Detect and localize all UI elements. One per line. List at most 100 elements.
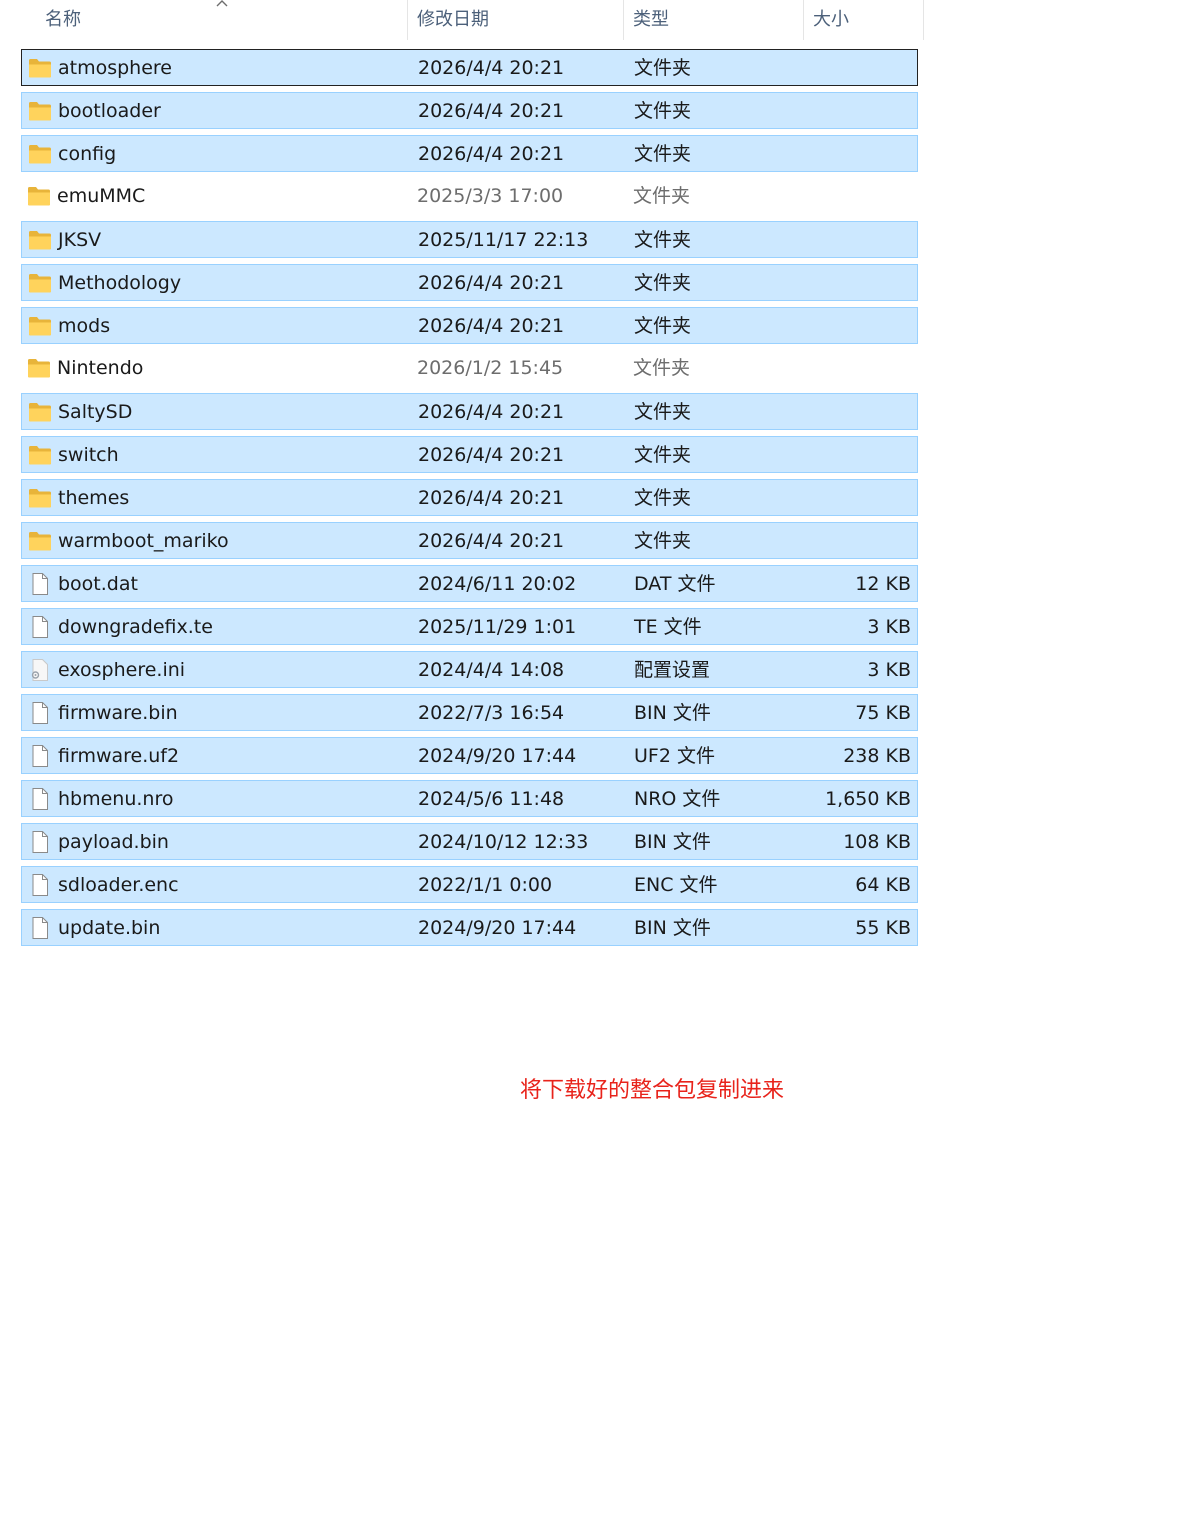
file-date: 2024/9/20 17:44 — [418, 917, 577, 939]
file-icon — [28, 573, 52, 595]
column-divider[interactable] — [803, 0, 804, 40]
column-header-type[interactable]: 类型 — [633, 0, 669, 40]
file-row[interactable]: warmboot_mariko 2026/4/4 20:21 文件夹 — [21, 522, 918, 559]
file-size: 108 KB — [843, 831, 911, 853]
file-size: 75 KB — [855, 702, 911, 724]
file-icon — [28, 917, 52, 939]
file-size: 3 KB — [867, 659, 911, 681]
file-row[interactable]: JKSV 2025/11/17 22:13 文件夹 — [21, 221, 918, 258]
column-header-date[interactable]: 修改日期 — [417, 0, 489, 40]
column-divider[interactable] — [407, 0, 408, 40]
file-row[interactable]: config 2026/4/4 20:21 文件夹 — [21, 135, 918, 172]
file-type: 文件夹 — [634, 401, 692, 423]
folder-icon — [28, 272, 52, 294]
file-type: ENC 文件 — [634, 874, 718, 896]
file-date: 2026/4/4 20:21 — [418, 143, 565, 165]
folder-icon — [28, 143, 52, 165]
file-row[interactable]: switch 2026/4/4 20:21 文件夹 — [21, 436, 918, 473]
file-name: Methodology — [58, 272, 182, 294]
file-name: hbmenu.nro — [58, 788, 174, 810]
column-divider[interactable] — [923, 0, 924, 40]
file-date: 2024/4/4 14:08 — [418, 659, 565, 681]
file-date: 2022/7/3 16:54 — [418, 702, 565, 724]
file-size: 1,650 KB — [825, 788, 911, 810]
file-name: switch — [58, 444, 119, 466]
file-row[interactable]: firmware.bin 2022/7/3 16:54 BIN 文件 75 KB — [21, 694, 918, 731]
file-name: atmosphere — [58, 57, 172, 79]
file-name: downgradefix.te — [58, 616, 213, 638]
file-type: 文件夹 — [634, 143, 692, 165]
file-name: sdloader.enc — [58, 874, 179, 896]
file-date: 2022/1/1 0:00 — [418, 874, 553, 896]
file-name: update.bin — [58, 917, 161, 939]
file-row[interactable]: themes 2026/4/4 20:21 文件夹 — [21, 479, 918, 516]
folder-icon — [27, 357, 51, 379]
file-size: 12 KB — [855, 573, 911, 595]
file-name: emuMMC — [57, 185, 146, 207]
column-header-name[interactable]: 名称 — [45, 0, 81, 40]
file-date: 2026/1/2 15:45 — [417, 357, 564, 379]
column-header-size[interactable]: 大小 — [813, 0, 849, 40]
file-row[interactable]: SaltySD 2026/4/4 20:21 文件夹 — [21, 393, 918, 430]
file-row[interactable]: hbmenu.nro 2024/5/6 11:48 NRO 文件 1,650 K… — [21, 780, 918, 817]
folder-icon — [28, 315, 52, 337]
file-date: 2024/10/12 12:33 — [418, 831, 589, 853]
file-date: 2026/4/4 20:21 — [418, 272, 565, 294]
file-row[interactable]: boot.dat 2024/6/11 20:02 DAT 文件 12 KB — [21, 565, 918, 602]
file-type: BIN 文件 — [634, 917, 711, 939]
file-name: mods — [58, 315, 111, 337]
file-type: TE 文件 — [634, 616, 702, 638]
file-row[interactable]: Nintendo 2026/1/2 15:45 文件夹 — [21, 350, 918, 387]
file-row[interactable]: exosphere.ini 2024/4/4 14:08 配置设置 3 KB — [21, 651, 918, 688]
file-type: NRO 文件 — [634, 788, 721, 810]
folder-icon — [28, 100, 52, 122]
folder-icon — [28, 530, 52, 552]
file-icon — [28, 874, 52, 896]
file-name: exosphere.ini — [58, 659, 186, 681]
file-row[interactable]: payload.bin 2024/10/12 12:33 BIN 文件 108 … — [21, 823, 918, 860]
file-row[interactable]: firmware.uf2 2024/9/20 17:44 UF2 文件 238 … — [21, 737, 918, 774]
file-row[interactable]: Methodology 2026/4/4 20:21 文件夹 — [21, 264, 918, 301]
file-row[interactable]: atmosphere 2026/4/4 20:21 文件夹 — [21, 49, 918, 86]
file-size: 3 KB — [867, 616, 911, 638]
file-name: boot.dat — [58, 573, 138, 595]
folder-icon — [28, 401, 52, 423]
file-row[interactable]: bootloader 2026/4/4 20:21 文件夹 — [21, 92, 918, 129]
file-name: JKSV — [58, 229, 102, 251]
file-type: 文件夹 — [634, 272, 692, 294]
file-name: themes — [58, 487, 130, 509]
file-row[interactable]: update.bin 2024/9/20 17:44 BIN 文件 55 KB — [21, 909, 918, 946]
column-divider[interactable] — [623, 0, 624, 40]
file-date: 2025/3/3 17:00 — [417, 185, 564, 207]
file-type: 文件夹 — [634, 229, 692, 251]
file-name: firmware.bin — [58, 702, 178, 724]
file-name: Nintendo — [57, 357, 144, 379]
file-date: 2024/9/20 17:44 — [418, 745, 577, 767]
folder-icon — [28, 57, 52, 79]
file-name: SaltySD — [58, 401, 133, 423]
folder-icon — [28, 487, 52, 509]
file-name: firmware.uf2 — [58, 745, 180, 767]
file-type: 文件夹 — [634, 315, 692, 337]
file-name: bootloader — [58, 100, 161, 122]
file-row[interactable]: emuMMC 2025/3/3 17:00 文件夹 — [21, 178, 918, 215]
file-date: 2026/4/4 20:21 — [418, 530, 565, 552]
file-date: 2024/6/11 20:02 — [418, 573, 577, 595]
file-date: 2024/5/6 11:48 — [418, 788, 565, 810]
file-type: 文件夹 — [633, 357, 691, 379]
annotation-text: 将下载好的整合包复制进来 — [520, 1078, 785, 1103]
column-header-bar: 名称 修改日期 类型 大小 — [0, 0, 924, 42]
file-date: 2026/4/4 20:21 — [418, 315, 565, 337]
file-row[interactable]: sdloader.enc 2022/1/1 0:00 ENC 文件 64 KB — [21, 866, 918, 903]
file-size: 55 KB — [855, 917, 911, 939]
file-type: 文件夹 — [634, 530, 692, 552]
file-row[interactable]: downgradefix.te 2025/11/29 1:01 TE 文件 3 … — [21, 608, 918, 645]
folder-icon — [28, 229, 52, 251]
folder-icon — [28, 444, 52, 466]
file-type: BIN 文件 — [634, 831, 711, 853]
file-date: 2025/11/17 22:13 — [418, 229, 589, 251]
file-row[interactable]: mods 2026/4/4 20:21 文件夹 — [21, 307, 918, 344]
file-type: DAT 文件 — [634, 573, 716, 595]
file-name: config — [58, 143, 117, 165]
file-date: 2026/4/4 20:21 — [418, 401, 565, 423]
